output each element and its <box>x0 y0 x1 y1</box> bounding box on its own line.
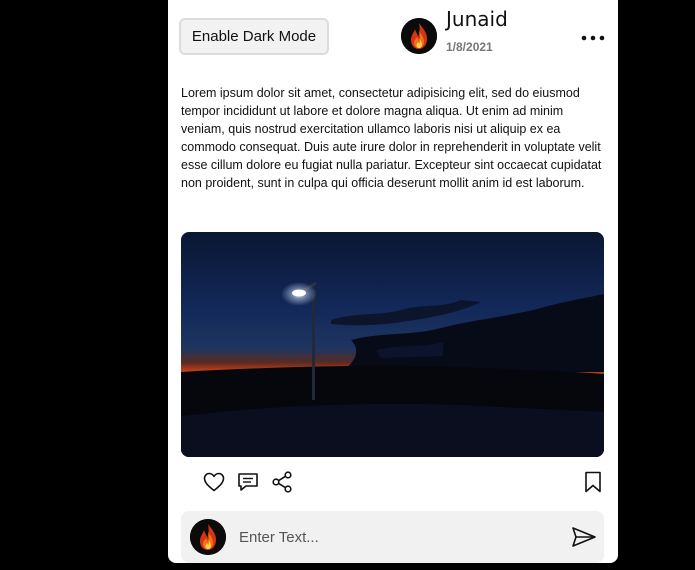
post-card: Enable Dark Mode Junaid 1/8/2021 Lorem i… <box>168 0 618 563</box>
author-avatar[interactable] <box>401 18 437 54</box>
commenter-avatar <box>190 519 226 555</box>
heart-icon <box>203 472 225 492</box>
streetlamp-sunset-photo <box>181 232 604 457</box>
like-button[interactable] <box>202 470 226 494</box>
fire-avatar-image <box>401 18 437 54</box>
bookmark-icon <box>585 471 601 493</box>
more-options-button[interactable] <box>578 26 608 50</box>
share-button[interactable] <box>270 470 294 494</box>
comment-bar <box>181 511 604 563</box>
post-text: Lorem ipsum dolor sit amet, consectetur … <box>181 86 602 190</box>
send-icon <box>572 527 596 547</box>
comment-icon <box>238 473 258 491</box>
post-date: 1/8/2021 <box>446 40 493 54</box>
fire-avatar-image <box>190 519 226 555</box>
post-image[interactable] <box>181 232 604 457</box>
author-name[interactable]: Junaid <box>446 7 508 31</box>
send-button[interactable] <box>571 526 597 548</box>
more-dots-icon <box>581 35 605 41</box>
comment-input[interactable] <box>237 524 561 550</box>
enable-dark-mode-button[interactable]: Enable Dark Mode <box>179 18 329 55</box>
share-icon <box>272 471 292 493</box>
comment-button[interactable] <box>236 470 260 494</box>
bookmark-button[interactable] <box>581 470 605 494</box>
